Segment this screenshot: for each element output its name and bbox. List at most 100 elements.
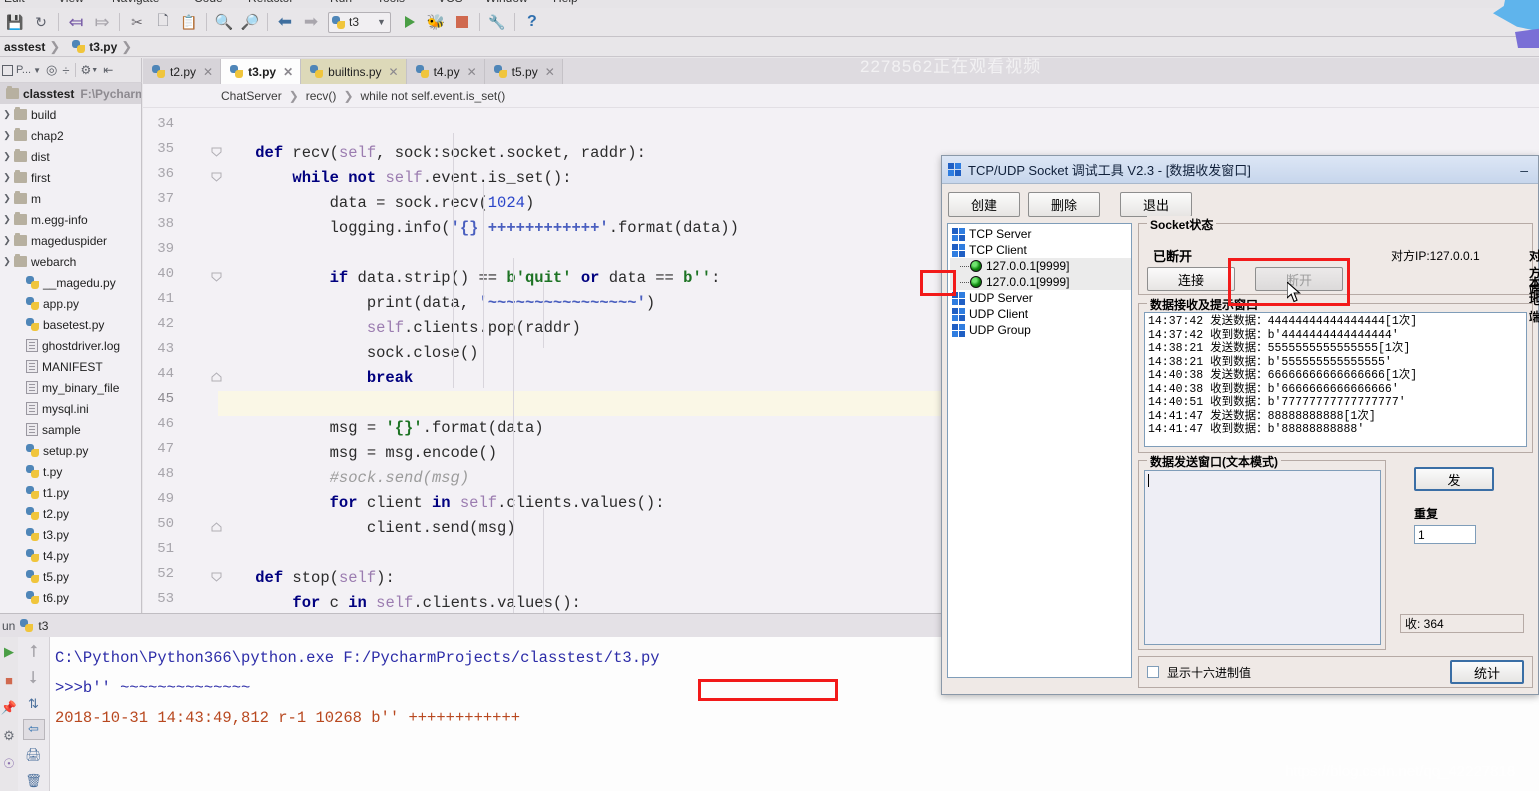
project-tree[interactable]: classtest F:\Pycharm ❯ build ❯ chap2 ❯ dist ❯ f…: [0, 83, 142, 613]
chevron-right-icon[interactable]: ❯: [0, 235, 14, 246]
line-number-gutter[interactable]: 34 35 36 37 38 39 40 41 42 43 44 45 46 47 48 49 50 51 52 53…: [143, 108, 222, 613]
magnifier-icon[interactable]: 🔍: [211, 10, 237, 35]
code-line[interactable]: logging.info('{} ++++++++++++'.format(da…: [218, 216, 739, 241]
trash-icon[interactable]: 🗑: [23, 770, 45, 791]
wrench-icon[interactable]: 🔧: [484, 10, 510, 35]
tree-item[interactable]: basetest.py: [0, 314, 141, 335]
tree-item[interactable]: mysql.ini: [0, 398, 141, 419]
tree-item[interactable]: ❯ m.egg-info: [0, 209, 141, 230]
editor-breadcrumb-segment[interactable]: ChatServer: [221, 89, 282, 103]
chevron-right-icon[interactable]: ❯: [0, 172, 14, 183]
code-line[interactable]: [218, 116, 227, 141]
code-line[interactable]: for c in self.clients.values():: [218, 591, 580, 613]
code-line[interactable]: [218, 241, 227, 266]
code-line[interactable]: print(data, '~~~~~~~~~~~~~~~~'): [218, 291, 655, 316]
code-line[interactable]: while not self.event.is_set():: [218, 166, 571, 191]
collapse-all-icon[interactable]: ÷: [62, 63, 69, 78]
tree-item[interactable]: ❯ mageduspider: [0, 230, 141, 251]
editor-breadcrumb-segment[interactable]: recv(): [306, 89, 337, 103]
close-icon[interactable]: ✕: [389, 65, 399, 79]
send-button[interactable]: 发: [1414, 467, 1494, 491]
close-icon[interactable]: ✕: [283, 65, 293, 79]
save-icon[interactable]: 💾: [2, 10, 28, 35]
tree-item[interactable]: t5.py: [0, 566, 141, 587]
menu-refactor[interactable]: Refactor: [248, 0, 293, 5]
editor-tab-t5-py[interactable]: t5.py ✕: [484, 59, 563, 84]
code-line[interactable]: msg = '{}'.format(data): [218, 416, 544, 441]
checkbox-box[interactable]: [1147, 666, 1159, 678]
chevron-right-icon[interactable]: ❯: [0, 214, 14, 225]
editor-breadcrumb-segment[interactable]: while not self.event.is_set(): [361, 89, 506, 103]
code-line[interactable]: break: [218, 366, 414, 391]
socket-tree-node[interactable]: TCP Client: [950, 242, 1131, 258]
close-icon[interactable]: ✕: [545, 65, 555, 79]
down-arrow-icon[interactable]: ⭣: [23, 668, 45, 689]
tree-item[interactable]: t6.py: [0, 587, 141, 608]
code-line[interactable]: client.send(msg): [218, 516, 516, 541]
scissors-icon[interactable]: ✂: [124, 10, 150, 35]
code-line[interactable]: for client in self.clients.values():: [218, 491, 665, 516]
code-line[interactable]: msg = msg.encode(): [218, 441, 497, 466]
code-line[interactable]: [218, 541, 227, 566]
help-icon[interactable]: ?: [519, 10, 545, 35]
menu-navigate[interactable]: Navigate: [112, 0, 159, 5]
tree-item[interactable]: t3.py: [0, 524, 141, 545]
tree-item[interactable]: ❯ dist: [0, 146, 141, 167]
recv-log-list[interactable]: 14:37:42 发送数据：44444444444444444[1次] 14:37…: [1144, 312, 1527, 447]
code-line[interactable]: data = sock.recv(1024): [218, 191, 535, 216]
menu-edit[interactable]: Edit: [4, 0, 25, 5]
socket-tree-leaf[interactable]: 127.0.0.1[9999]: [950, 274, 1131, 290]
close-icon[interactable]: ✕: [203, 65, 213, 79]
minimize-button[interactable]: –: [1520, 162, 1532, 178]
breadcrumb-file[interactable]: t3.py ❯: [68, 37, 140, 57]
debug-bug-icon[interactable]: 🐝: [423, 10, 449, 35]
tree-item[interactable]: ❯ m: [0, 188, 141, 209]
socket-tool-dialog[interactable]: TCP/UDP Socket 调试工具 V2.3 - [数据收发窗口] – 创建…: [941, 155, 1539, 695]
send-textarea[interactable]: [1144, 470, 1381, 645]
exit-button[interactable]: 退出: [1120, 191, 1192, 217]
tree-item[interactable]: ❯ first: [0, 167, 141, 188]
socket-tree-leaf[interactable]: 127.0.0.1[9999]: [950, 258, 1131, 274]
stats-button[interactable]: 统计: [1450, 660, 1524, 684]
gear-icon[interactable]: ⚙ ▼: [81, 63, 99, 77]
run-tab-label[interactable]: t3: [38, 619, 48, 633]
pin-icon[interactable]: 📌: [0, 697, 20, 719]
run-configuration-selector[interactable]: t3 ▼: [328, 11, 391, 33]
tree-item[interactable]: setup.py: [0, 440, 141, 461]
code-line[interactable]: sock.close(): [218, 341, 479, 366]
undo-arrow-icon[interactable]: ⤆: [63, 10, 89, 35]
menu-tools[interactable]: Tools: [377, 0, 405, 5]
connect-button[interactable]: 连接: [1147, 267, 1235, 291]
chevron-right-icon[interactable]: ❯: [0, 151, 14, 162]
repeat-count-input[interactable]: 1: [1414, 525, 1476, 544]
print-icon[interactable]: 🖨: [23, 745, 45, 766]
menu-vcs[interactable]: VCS: [438, 0, 463, 5]
stop-icon[interactable]: ■: [0, 669, 20, 691]
tree-item[interactable]: app.py: [0, 293, 141, 314]
socket-tree-node[interactable]: UDP Server: [950, 290, 1131, 306]
copy-icon[interactable]: 🗋: [150, 10, 176, 35]
back-arrow-icon[interactable]: ⬅: [272, 10, 298, 35]
tree-item[interactable]: sample: [0, 419, 141, 440]
redo-arrow-icon[interactable]: ⤇: [89, 10, 115, 35]
editor-tab-t3-py[interactable]: t3.py ✕: [221, 59, 302, 84]
tree-item[interactable]: t4.py: [0, 545, 141, 566]
tree-item[interactable]: ❯ webarch: [0, 251, 141, 272]
code-line[interactable]: def recv(self, sock:socket.socket, raddr…: [218, 141, 646, 166]
sync-icon[interactable]: ↻: [28, 10, 54, 35]
menu-help[interactable]: Help: [553, 0, 578, 5]
menu-code[interactable]: Code: [194, 0, 223, 5]
delete-button[interactable]: 删除: [1028, 191, 1100, 217]
tree-item[interactable]: MANIFEST: [0, 356, 141, 377]
project-label[interactable]: P... ▼: [2, 64, 41, 76]
breadcrumb-project[interactable]: asstest ❯: [0, 37, 68, 57]
chevron-right-icon[interactable]: ❯: [0, 256, 14, 267]
magnifier-person-icon[interactable]: 🔎: [237, 10, 263, 35]
stop-square-icon[interactable]: [449, 10, 475, 35]
editor-tab-t4-py[interactable]: t4.py ✕: [406, 59, 485, 84]
code-line[interactable]: [218, 391, 227, 416]
dialog-title-bar[interactable]: TCP/UDP Socket 调试工具 V2.3 - [数据收发窗口] –: [942, 156, 1538, 184]
soft-wrap-icon[interactable]: ⇅: [23, 693, 45, 714]
tree-item[interactable]: t.py: [0, 461, 141, 482]
hide-panel-icon[interactable]: ⇤: [103, 63, 113, 77]
